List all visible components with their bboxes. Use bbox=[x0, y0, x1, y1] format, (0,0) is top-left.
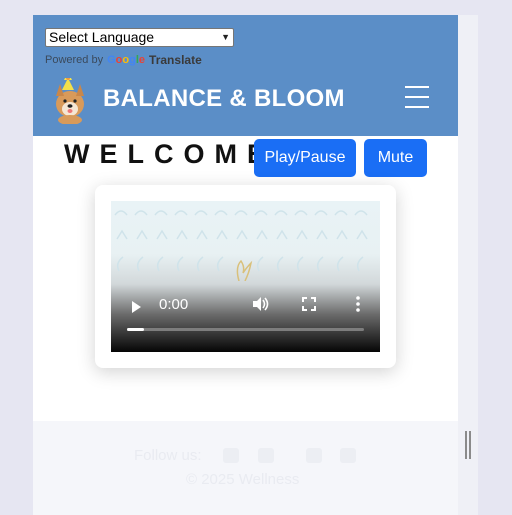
video-card: 0:00 bbox=[95, 185, 396, 368]
language-select-value: Select Language bbox=[49, 29, 155, 45]
video-frame-pattern bbox=[114, 210, 368, 281]
powered-by-google-translate[interactable]: Powered by Google Translate bbox=[45, 53, 202, 67]
site-header: Select Language ▼ Powered by Google Tran… bbox=[33, 15, 458, 136]
hamburger-menu-icon[interactable] bbox=[405, 86, 429, 108]
twitter-icon[interactable] bbox=[258, 448, 274, 463]
video-controls: 0:00 bbox=[111, 289, 380, 352]
fullscreen-icon[interactable] bbox=[300, 295, 318, 313]
page: Select Language ▼ Powered by Google Tran… bbox=[33, 15, 458, 515]
facebook-icon[interactable] bbox=[223, 448, 239, 463]
video-progress-fill bbox=[127, 328, 144, 331]
follow-us-label: Follow us: bbox=[134, 447, 202, 464]
welcome-heading: WELCOME bbox=[64, 139, 275, 169]
more-options-icon[interactable] bbox=[349, 295, 367, 313]
volume-icon[interactable] bbox=[251, 295, 269, 313]
resize-handle[interactable] bbox=[465, 431, 471, 459]
chevron-down-icon: ▼ bbox=[221, 32, 230, 42]
play-icon[interactable] bbox=[132, 301, 141, 313]
powered-by-label: Powered by bbox=[45, 54, 104, 66]
brand-title[interactable]: BALANCE & BLOOM bbox=[103, 85, 345, 113]
youtube-icon[interactable] bbox=[340, 448, 356, 463]
video-player[interactable]: 0:00 bbox=[111, 201, 380, 352]
site-footer: Follow us: © 2025 Wellness bbox=[33, 421, 458, 515]
video-progress-bar[interactable] bbox=[127, 328, 364, 331]
language-select[interactable]: Select Language ▼ bbox=[45, 28, 234, 47]
copyright-text: © 2025 Wellness bbox=[186, 471, 300, 488]
video-time: 0:00 bbox=[159, 296, 189, 313]
play-pause-button[interactable]: Play/Pause bbox=[254, 139, 356, 177]
mute-button[interactable]: Mute bbox=[364, 139, 427, 177]
dog-logo[interactable] bbox=[50, 78, 90, 124]
google-logo: Google bbox=[107, 54, 146, 66]
instagram-icon[interactable] bbox=[306, 448, 322, 463]
translate-label: Translate bbox=[149, 53, 202, 67]
